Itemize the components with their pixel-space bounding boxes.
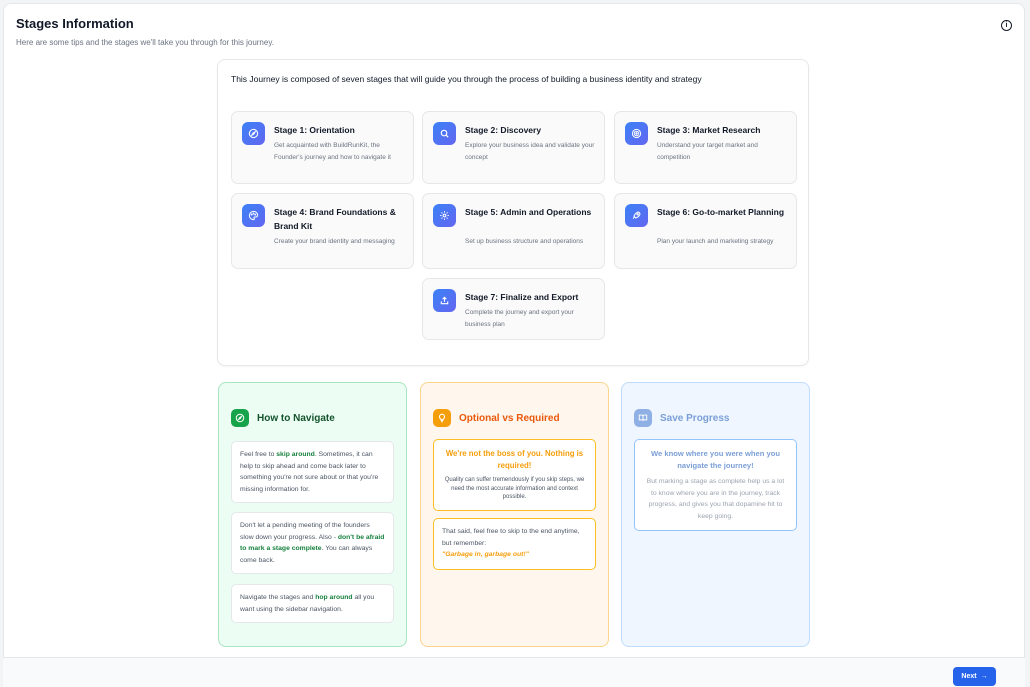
optional-tip-garbage: That said, feel free to skip to the end … <box>433 518 596 570</box>
stage-card-4[interactable]: Stage 4: Brand Foundations & Brand Kit C… <box>231 193 414 269</box>
stage-desc: Create your brand identity and messaging <box>274 238 395 245</box>
upload-icon <box>433 289 456 312</box>
compass-icon <box>242 122 265 145</box>
palette-icon <box>242 204 265 227</box>
stage-desc: Plan your launch and marketing strategy <box>657 238 774 245</box>
navigate-tip-mark-complete: Don't let a pending meeting of the found… <box>231 512 394 574</box>
save-progress-tip: We know where you were when you navigate… <box>634 439 797 531</box>
arrow-right-icon: → <box>980 673 988 680</box>
stage-card-5[interactable]: Stage 5: Admin and Operations Set up bus… <box>422 193 605 269</box>
gear-icon <box>433 204 456 227</box>
stage-title: Stage 5: Admin and Operations <box>465 207 592 217</box>
save-progress-panel: Save Progress We know where you were whe… <box>621 382 810 647</box>
stages-card: This Journey is composed of seven stages… <box>217 59 809 366</box>
rocket-icon <box>625 204 648 227</box>
navigate-tip-hop-around: Navigate the stages and hop around all y… <box>231 584 394 623</box>
page-subtitle: Here are some tips and the stages we'll … <box>16 38 274 47</box>
stage-card-1[interactable]: Stage 1: Orientation Get acquainted with… <box>231 111 414 184</box>
how-to-navigate-header: How to Navigate <box>231 409 335 427</box>
stage-desc: Set up business structure and operations <box>465 238 584 245</box>
compass-icon <box>231 409 249 427</box>
stage-title: Stage 4: Brand Foundations & Brand Kit <box>274 207 396 231</box>
next-button-label: Next <box>961 673 977 680</box>
how-to-navigate-panel: How to Navigate Feel free to skip around… <box>218 382 407 647</box>
optional-tip-not-required: We're not the boss of you. Nothing is re… <box>433 439 596 511</box>
lightbulb-icon <box>433 409 451 427</box>
optional-tip-quote: "Garbage in, garbage out!" <box>442 551 529 558</box>
optional-vs-required-title: Optional vs Required <box>459 412 560 424</box>
book-icon <box>634 409 652 427</box>
stage-title: Stage 7: Finalize and Export <box>465 292 579 302</box>
stage-desc: Explore your business idea and validate … <box>465 142 595 161</box>
footer-bar <box>3 657 1025 687</box>
target-icon <box>625 122 648 145</box>
stage-title: Stage 2: Discovery <box>465 125 542 135</box>
optional-tip-body: That said, feel free to skip to the end … <box>442 528 580 547</box>
tip-text: Navigate the stages and <box>240 594 316 601</box>
optional-vs-required-panel: Optional vs Required We're not the boss … <box>420 382 609 647</box>
tip-highlight: skip around <box>276 451 315 458</box>
stages-info-panel: Stages Information Here are some tips an… <box>3 3 1025 687</box>
search-icon <box>433 122 456 145</box>
how-to-navigate-title: How to Navigate <box>257 412 335 424</box>
tip-highlight: hop around <box>315 594 353 601</box>
stage-desc: Understand your target market and compet… <box>657 142 758 161</box>
save-progress-title: Save Progress <box>660 412 730 424</box>
optional-vs-required-header: Optional vs Required <box>433 409 560 427</box>
info-icon[interactable]: i <box>1001 20 1012 31</box>
stage-desc: Get acquainted with BuildRunKit, the Fou… <box>274 142 391 161</box>
stage-card-3[interactable]: Stage 3: Market Research Understand your… <box>614 111 797 184</box>
stage-card-6[interactable]: Stage 6: Go-to-market Planning Plan your… <box>614 193 797 269</box>
tip-text: Feel free to <box>240 451 277 458</box>
page-title: Stages Information <box>16 16 134 31</box>
save-tip-heading: We know where you were when you navigate… <box>651 449 780 470</box>
optional-tip-body: Quality can suffer tremendously if you s… <box>444 477 585 500</box>
stage-title: Stage 1: Orientation <box>274 125 355 135</box>
stage-card-2[interactable]: Stage 2: Discovery Explore your business… <box>422 111 605 184</box>
save-tip-body: But marking a stage as complete help us … <box>646 478 785 520</box>
stage-card-7[interactable]: Stage 7: Finalize and Export Complete th… <box>422 278 605 340</box>
stage-desc: Complete the journey and export your bus… <box>465 309 574 328</box>
next-button[interactable]: Next → <box>953 667 996 686</box>
optional-tip-heading: We're not the boss of you. Nothing is re… <box>445 449 584 470</box>
stage-title: Stage 3: Market Research <box>657 125 761 135</box>
save-progress-header: Save Progress <box>634 409 730 427</box>
stage-title: Stage 6: Go-to-market Planning <box>657 207 785 217</box>
navigate-tip-skip-around: Feel free to skip around. Sometimes, it … <box>231 441 394 503</box>
stages-intro: This Journey is composed of seven stages… <box>231 74 702 84</box>
